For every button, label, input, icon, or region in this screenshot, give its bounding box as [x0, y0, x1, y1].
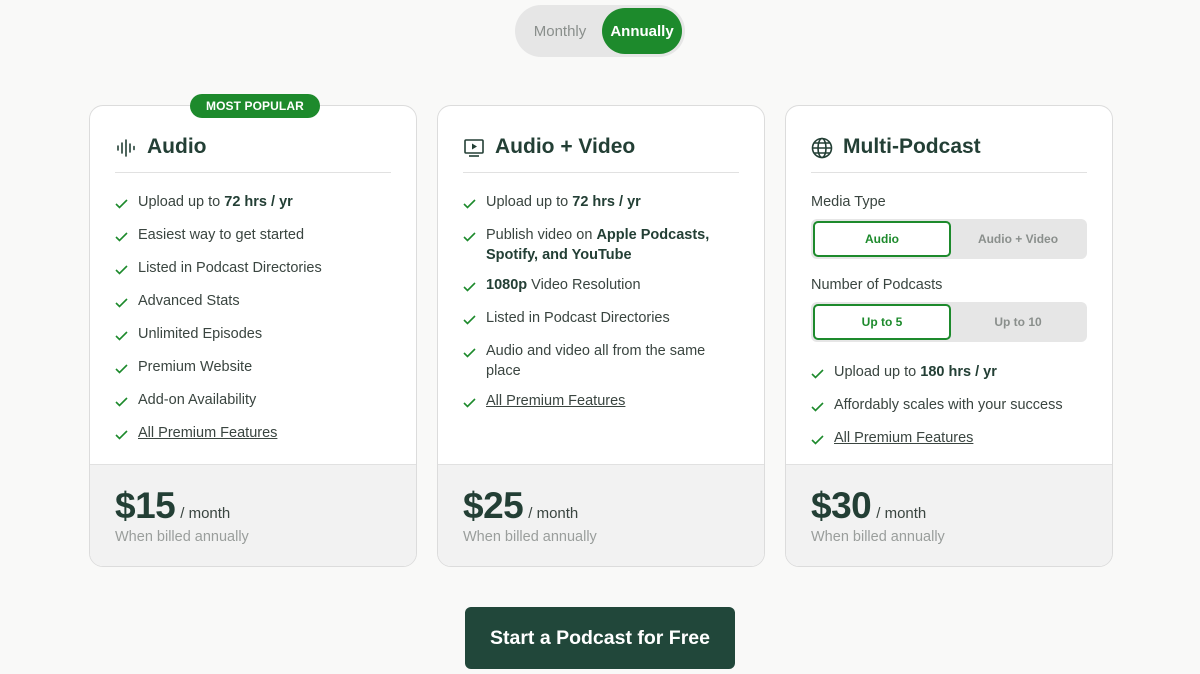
- count-option-up-to-10[interactable]: Up to 10: [951, 304, 1085, 340]
- monthly-option[interactable]: Monthly: [518, 8, 602, 54]
- count-option-up-to-5[interactable]: Up to 5: [813, 304, 951, 340]
- feature-item: Listed in Podcast Directories: [463, 308, 739, 331]
- feature-list: Upload up to 180 hrs / yr Affordably sca…: [811, 362, 1087, 451]
- plan-card-multi-podcast: Multi-Podcast Media Type Audio Audio + V…: [785, 105, 1113, 567]
- audio-waveform-icon: [115, 137, 137, 159]
- check-icon: [115, 195, 129, 215]
- check-icon: [811, 398, 825, 418]
- podcast-count-label: Number of Podcasts: [811, 277, 943, 293]
- plan-price-footer: $15 / month When billed annually: [90, 464, 416, 566]
- check-icon: [115, 294, 129, 314]
- all-premium-features-link[interactable]: All Premium Features: [486, 391, 625, 411]
- billing-note: When billed annually: [463, 529, 597, 545]
- feature-item: Premium Website: [115, 357, 391, 380]
- plan-header: Audio + Video: [463, 106, 739, 173]
- check-icon: [811, 365, 825, 385]
- feature-item: All Premium Features: [463, 391, 739, 414]
- media-type-selector: Audio Audio + Video: [811, 219, 1087, 259]
- media-type-label: Media Type: [811, 194, 886, 210]
- check-icon: [463, 344, 477, 364]
- check-icon: [115, 393, 129, 413]
- billing-toggle: Monthly Annually: [515, 5, 685, 57]
- price-period: / month: [876, 505, 927, 522]
- video-play-icon: [463, 137, 485, 159]
- feature-item: Add-on Availability: [115, 390, 391, 413]
- price-period: / month: [528, 505, 579, 522]
- start-podcast-button[interactable]: Start a Podcast for Free: [465, 607, 735, 669]
- all-premium-features-link[interactable]: All Premium Features: [138, 423, 277, 443]
- feature-item: Listed in Podcast Directories: [115, 258, 391, 281]
- all-premium-features-link[interactable]: All Premium Features: [834, 428, 973, 448]
- billing-note: When billed annually: [811, 529, 945, 545]
- check-icon: [463, 311, 477, 331]
- check-icon: [811, 431, 825, 451]
- media-option-audio[interactable]: Audio: [813, 221, 951, 257]
- feature-item: Unlimited Episodes: [115, 324, 391, 347]
- check-icon: [115, 426, 129, 446]
- plan-title: Multi-Podcast: [843, 135, 981, 158]
- plan-title: Audio + Video: [495, 135, 636, 158]
- podcast-count-selector: Up to 5 Up to 10: [811, 302, 1087, 342]
- feature-item: Audio and video all from the same place: [463, 341, 739, 381]
- feature-item: Publish video on Apple Podcasts, Spotify…: [463, 225, 739, 265]
- feature-item: Affordably scales with your success: [811, 395, 1087, 418]
- plan-price-footer: $30 / month When billed annually: [786, 464, 1112, 566]
- feature-list: Upload up to 72 hrs / yr Publish video o…: [463, 192, 739, 414]
- plan-header: Audio: [115, 106, 391, 173]
- plan-header: Multi-Podcast: [811, 106, 1087, 173]
- feature-item: All Premium Features: [115, 423, 391, 446]
- check-icon: [115, 327, 129, 347]
- globe-icon: [811, 137, 833, 159]
- feature-list: Upload up to 72 hrs / yr Easiest way to …: [115, 192, 391, 446]
- check-icon: [115, 360, 129, 380]
- check-icon: [463, 394, 477, 414]
- billing-note: When billed annually: [115, 529, 249, 545]
- plan-card-audio: MOST POPULAR Audio Upload up to 72 hrs /…: [89, 94, 417, 567]
- check-icon: [463, 228, 477, 248]
- media-option-audio-video[interactable]: Audio + Video: [951, 221, 1085, 257]
- plan-card-audio-video: Audio + Video Upload up to 72 hrs / yr P…: [437, 105, 765, 567]
- feature-item: 1080p Video Resolution: [463, 275, 739, 298]
- price-period: / month: [180, 505, 231, 522]
- feature-item: Upload up to 72 hrs / yr: [115, 192, 391, 215]
- feature-item: Upload up to 72 hrs / yr: [463, 192, 739, 215]
- check-icon: [463, 195, 477, 215]
- feature-item: All Premium Features: [811, 428, 1087, 451]
- plan-title: Audio: [147, 135, 207, 158]
- plan-price-footer: $25 / month When billed annually: [438, 464, 764, 566]
- plan-price: $25: [463, 485, 524, 526]
- check-icon: [463, 278, 477, 298]
- feature-item: Advanced Stats: [115, 291, 391, 314]
- plan-price: $15: [115, 485, 176, 526]
- feature-item: Upload up to 180 hrs / yr: [811, 362, 1087, 385]
- check-icon: [115, 228, 129, 248]
- check-icon: [115, 261, 129, 281]
- annually-option[interactable]: Annually: [602, 8, 682, 54]
- feature-item: Easiest way to get started: [115, 225, 391, 248]
- plan-price: $30: [811, 485, 872, 526]
